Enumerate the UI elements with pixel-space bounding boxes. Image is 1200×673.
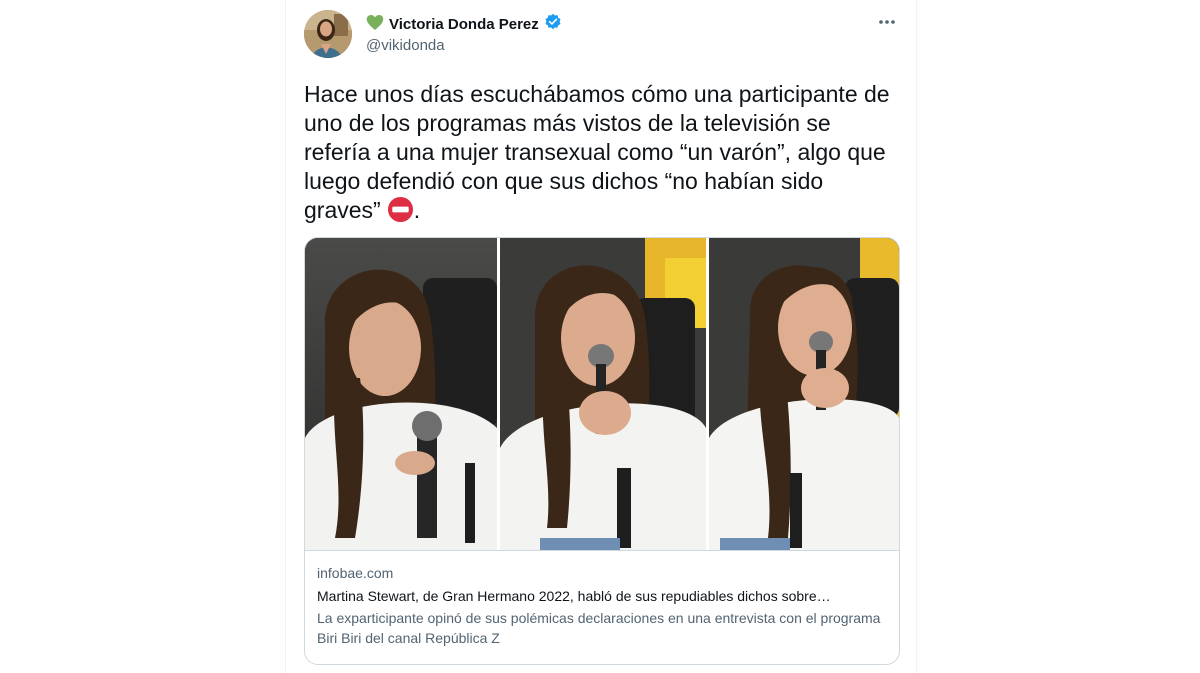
link-card-image[interactable] <box>305 238 899 550</box>
link-card[interactable]: infobae.com Martina Stewart, de Gran Her… <box>304 237 900 665</box>
verified-badge-icon <box>544 13 562 35</box>
no-entry-icon <box>387 196 414 230</box>
author-handle[interactable]: @vikidonda <box>366 37 445 54</box>
tweet-text: Hace unos días escuchábamos cómo una par… <box>304 80 900 230</box>
green-heart-icon <box>366 14 384 35</box>
more-horizontal-icon[interactable] <box>875 12 899 32</box>
link-card-domain: infobae.com <box>317 565 394 581</box>
author-name: Victoria Donda Perez <box>389 15 539 33</box>
avatar[interactable] <box>304 10 352 58</box>
photo-panel-2 <box>500 238 706 550</box>
link-card-title: Martina Stewart, de Gran Hermano 2022, h… <box>317 588 831 604</box>
photo-panel-3 <box>709 238 899 550</box>
link-card-meta[interactable]: infobae.com Martina Stewart, de Gran Her… <box>305 550 899 664</box>
page: Victoria Donda Perez @vikidonda Hace uno… <box>0 0 1200 673</box>
tweet: Victoria Donda Perez @vikidonda Hace uno… <box>285 0 917 673</box>
link-card-description: La exparticipante opinó de sus polémicas… <box>317 610 881 646</box>
photo-panel-1 <box>305 238 497 550</box>
tweet-trailing-punct: . <box>413 197 421 223</box>
author-name-row[interactable]: Victoria Donda Perez <box>366 13 562 35</box>
